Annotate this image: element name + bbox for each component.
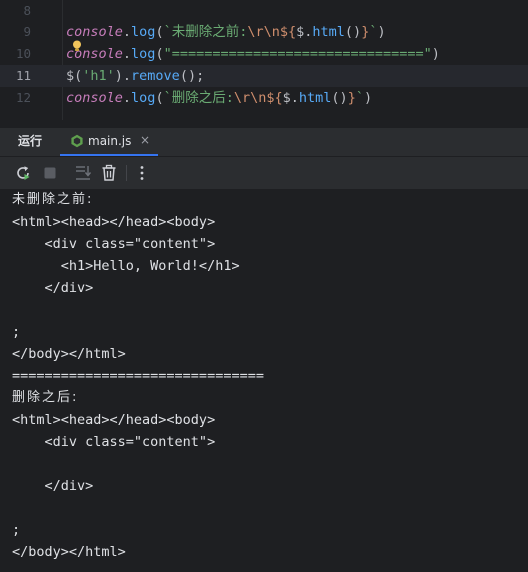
code-token: ${ [279,24,297,40]
line-number: 8 [23,3,31,18]
console-line: ; [12,324,21,340]
code-token: 'h1' [82,68,115,84]
run-tool-window-header: 运行 main.js × [0,128,528,156]
console-output[interactable]: 未删除之前: <html><head></head><body> <div cla… [0,189,528,572]
console-line: <html><head></head><body> [12,214,216,230]
code-text: console.log(`未删除之前:\r\n${$.html()}`) [66,21,386,43]
code-editor[interactable]: 8 9 console.log(`未删除之前:\r\n${$.html()}`) 10… [0,0,528,120]
code-token: console [66,90,123,106]
console-line: </body></html> [12,346,126,362]
code-token: ) [377,24,386,40]
code-token: . [122,46,132,62]
code-token: $ [282,90,291,106]
run-toolbar [0,156,528,190]
scroll-to-end-icon[interactable] [73,163,93,183]
console-line: <div class="content"> [12,236,216,252]
code-line[interactable]: 11 $('h1').remove(); [0,65,528,87]
code-token: \r\n [247,24,280,40]
code-token: html [298,90,332,106]
console-line: </div> [12,478,94,494]
console-line: <div class="content"> [12,434,216,450]
rerun-icon[interactable] [13,163,33,183]
more-icon[interactable] [132,163,152,183]
code-token: log [131,24,156,40]
tab-main-js[interactable]: main.js × [60,128,158,156]
line-number: 12 [15,90,31,105]
code-token: \r\n [233,90,267,106]
code-token: html [312,24,345,40]
code-token: () [331,90,348,106]
code-token: (); [179,68,205,84]
console-line: </div> [12,280,94,296]
code-token: . [122,90,132,106]
stop-icon[interactable] [40,163,60,183]
code-text: console.log(`删除之后:\r\n${$.html()}`) [66,87,372,109]
code-token: "===============================" [163,46,432,62]
code-token: ( [155,46,164,62]
code-token: . [290,90,299,106]
lightbulb-icon[interactable] [72,40,82,52]
code-line[interactable]: 8 [0,0,528,22]
tab-label: main.js [88,134,132,148]
code-token: . [122,24,132,40]
line-number: 11 [15,68,31,83]
code-token: ` [355,90,364,106]
console-line: =============================== [12,368,264,384]
code-token: remove [131,68,180,84]
code-token: $( [66,68,83,84]
code-text: console.log("===========================… [66,43,440,65]
code-token: console [66,24,123,40]
console-line: 删除之后: [12,390,79,405]
code-token: `删除之后: [163,90,234,106]
nodejs-icon [71,134,83,148]
console-line: <h1>Hello, World!</h1> [12,258,240,274]
trash-icon[interactable] [99,163,119,183]
code-token: log [131,90,156,106]
code-token: ) [431,46,440,62]
console-line: </body></html> [12,544,126,560]
code-token: ${ [266,90,283,106]
code-token: () [344,24,362,40]
code-token: ( [155,24,164,40]
line-number: 10 [15,46,31,61]
close-icon[interactable]: × [138,133,152,147]
code-text: $('h1').remove(); [66,65,204,87]
code-line[interactable]: 12 console.log(`删除之后:\r\n${$.html()}`) [0,87,528,109]
code-token: ). [114,68,132,84]
run-tool-window-title: 运行 [18,134,43,148]
code-token: ) [363,90,373,106]
console-line: <html><head></head><body> [12,412,216,428]
code-token: `未删除之前: [163,24,248,40]
code-token: } [347,90,356,106]
console-line: 未删除之前: [12,192,94,207]
console-line: ; [12,522,21,538]
toolbar-separator [126,165,127,181]
line-number: 9 [23,24,31,39]
code-token: log [131,46,156,62]
code-token: ( [155,90,164,106]
